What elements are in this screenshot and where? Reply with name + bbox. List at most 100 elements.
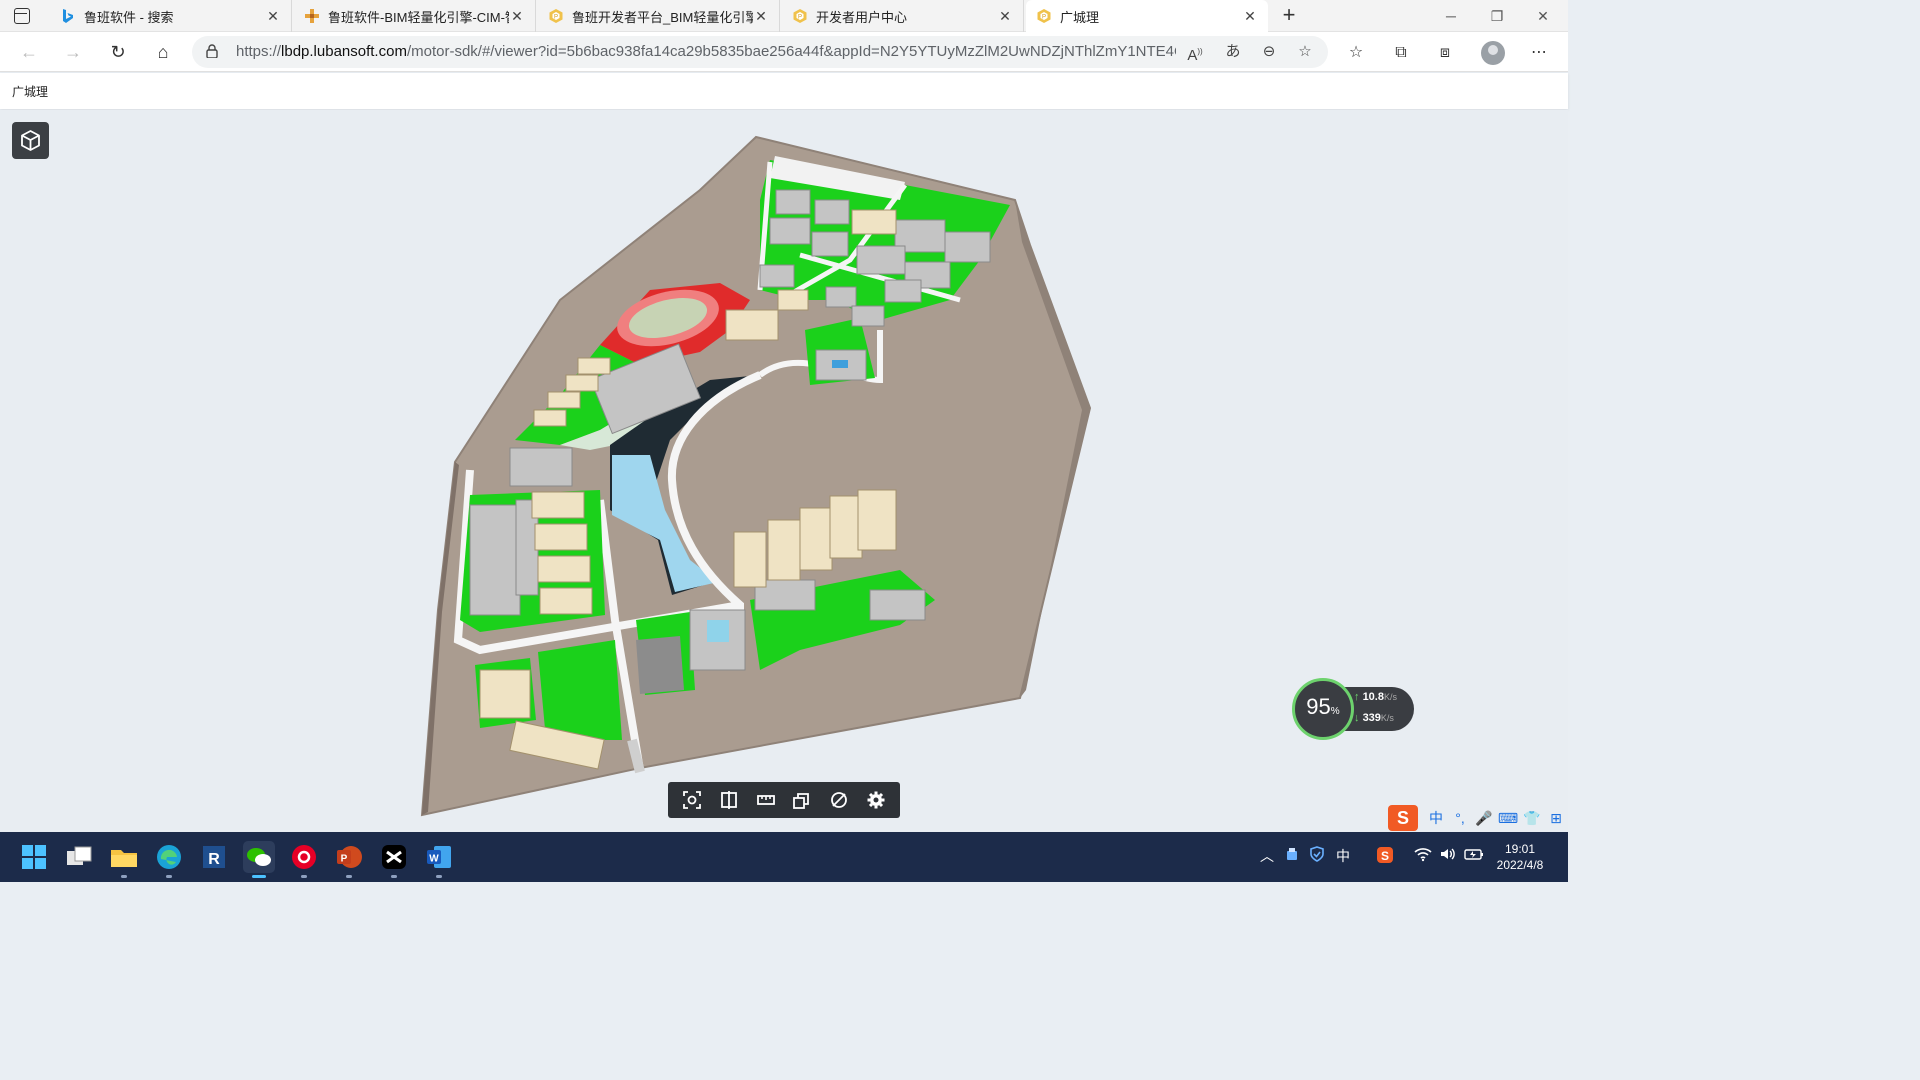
edge-icon bbox=[157, 845, 181, 869]
luban-icon bbox=[304, 8, 320, 24]
input-language[interactable]: 中 bbox=[1336, 846, 1350, 866]
favorites-icon[interactable]: ☆ bbox=[1344, 42, 1368, 64]
tab-luban-cim[interactable]: 鲁班软件-BIM轻量化引擎-CIM-智 ✕ bbox=[294, 0, 536, 32]
minimize-button[interactable]: ─ bbox=[1428, 0, 1474, 32]
tab-actions-icon[interactable] bbox=[14, 8, 30, 24]
building bbox=[733, 531, 767, 588]
show-hidden-icons-button[interactable]: ︿ bbox=[1260, 846, 1274, 866]
read-aloud-icon[interactable]: A)) bbox=[1182, 42, 1208, 64]
microphone-icon[interactable]: 🎤 bbox=[1472, 810, 1496, 827]
capcut-button[interactable] bbox=[378, 841, 410, 878]
security-shield-icon[interactable] bbox=[1309, 846, 1325, 865]
word-icon: W bbox=[427, 846, 451, 868]
building bbox=[769, 217, 811, 245]
tab-label: 广城理 bbox=[1060, 9, 1100, 25]
close-tab-icon[interactable]: ✕ bbox=[753, 8, 769, 25]
keyboard-icon[interactable]: ⌨ bbox=[1496, 810, 1520, 827]
collections-icon[interactable]: ⧉ bbox=[1389, 42, 1413, 64]
ime-toolbar[interactable]: S 中 °, 🎤 ⌨ 👕 ⊞ bbox=[1388, 804, 1568, 832]
close-window-button[interactable]: ✕ bbox=[1520, 0, 1566, 32]
view-cube-button[interactable] bbox=[12, 122, 49, 159]
tab-bing-search[interactable]: 鲁班软件 - 搜索 ✕ bbox=[50, 0, 292, 32]
powerpoint-button[interactable]: P bbox=[333, 841, 365, 878]
upload-arrow-icon: ↑ bbox=[1354, 691, 1360, 703]
sogou-tray-icon[interactable]: S bbox=[1376, 846, 1394, 867]
profile-avatar[interactable] bbox=[1481, 41, 1505, 65]
luban-dev-icon: P bbox=[792, 8, 808, 24]
settings-button[interactable] bbox=[863, 787, 889, 813]
browser-tab-bar: 鲁班软件 - 搜索 ✕ 鲁班软件-BIM轻量化引擎-CIM-智 ✕ P 鲁班开发… bbox=[0, 0, 1568, 32]
building bbox=[547, 391, 581, 409]
new-tab-button[interactable]: + bbox=[1276, 3, 1302, 29]
capcut-icon bbox=[382, 845, 406, 869]
building bbox=[857, 489, 897, 551]
bim-viewer[interactable]: 95% ↑ 10.8K/s ↓ 339K/s bbox=[0, 110, 1568, 832]
layers-icon bbox=[793, 793, 810, 809]
sogou-logo-icon[interactable]: S bbox=[1388, 805, 1418, 831]
settings-icon bbox=[867, 791, 885, 809]
system-clock[interactable]: 19:01 2022/4/8 bbox=[1490, 841, 1550, 873]
building bbox=[767, 519, 801, 581]
task-view-button[interactable] bbox=[63, 841, 95, 873]
building bbox=[509, 447, 573, 487]
luban-dev-icon: P bbox=[1036, 8, 1052, 24]
tab-luban-dev-platform[interactable]: P 鲁班开发者平台_BIM轻量化引擎 ✕ bbox=[538, 0, 780, 32]
translate-icon[interactable]: あ bbox=[1220, 42, 1246, 62]
svg-text:R: R bbox=[208, 851, 220, 868]
ime-menu-icon[interactable]: ⊞ bbox=[1544, 810, 1568, 827]
close-tab-icon[interactable]: ✕ bbox=[509, 8, 525, 25]
restore-button[interactable]: ❐ bbox=[1474, 0, 1520, 32]
focus-button[interactable] bbox=[679, 787, 705, 813]
download-rate: ↓ 339K/s bbox=[1354, 712, 1394, 724]
building bbox=[814, 199, 850, 225]
tab-dev-user-center[interactable]: P 开发者用户中心 ✕ bbox=[782, 0, 1024, 32]
wechat-button[interactable] bbox=[243, 841, 275, 878]
more-menu-icon[interactable]: ⋯ bbox=[1527, 42, 1551, 64]
pool bbox=[832, 360, 848, 368]
back-button[interactable]: ← bbox=[14, 38, 44, 66]
ime-mode[interactable]: 中 bbox=[1424, 808, 1448, 828]
network-speed-widget[interactable]: 95% ↑ 10.8K/s ↓ 339K/s bbox=[1292, 678, 1414, 740]
battery-icon[interactable] bbox=[1464, 846, 1484, 865]
start-button[interactable] bbox=[18, 841, 50, 873]
building bbox=[829, 495, 863, 559]
revit-button[interactable]: R bbox=[198, 841, 230, 873]
refresh-button[interactable]: ↻ bbox=[103, 38, 133, 66]
edge-button[interactable] bbox=[153, 841, 185, 878]
building bbox=[944, 231, 991, 263]
download-value: 339 bbox=[1362, 712, 1381, 724]
url-text[interactable]: https://lbdp.lubansoft.com/motor-sdk/#/v… bbox=[236, 36, 1176, 68]
section-button[interactable] bbox=[716, 787, 742, 813]
measure-button[interactable] bbox=[753, 787, 779, 813]
volume-icon[interactable] bbox=[1439, 846, 1457, 865]
forward-button[interactable]: → bbox=[58, 38, 88, 66]
layers-button[interactable] bbox=[789, 787, 815, 813]
usb-device-icon[interactable] bbox=[1284, 846, 1300, 865]
building bbox=[884, 279, 922, 303]
close-tab-icon[interactable]: ✕ bbox=[1242, 8, 1258, 25]
ime-punctuation[interactable]: °, bbox=[1448, 810, 1472, 826]
close-tab-icon[interactable]: ✕ bbox=[265, 8, 281, 25]
lock-icon[interactable] bbox=[206, 44, 218, 58]
wifi-icon[interactable] bbox=[1414, 846, 1432, 865]
address-bar[interactable]: https://lbdp.lubansoft.com/motor-sdk/#/v… bbox=[192, 36, 1328, 68]
extensions-icon[interactable]: ⧈ bbox=[1433, 42, 1457, 64]
add-favorite-icon[interactable]: ☆ bbox=[1292, 42, 1318, 62]
skin-icon[interactable]: 👕 bbox=[1520, 810, 1544, 827]
tab-label: 鲁班软件-BIM轻量化引擎-CIM-智 bbox=[328, 9, 509, 25]
building bbox=[775, 189, 811, 215]
tab-guangchengli[interactable]: P 广城理 ✕ bbox=[1026, 0, 1268, 32]
netease-music-icon bbox=[292, 845, 316, 869]
running-indicator bbox=[346, 875, 352, 878]
tab-label: 鲁班软件 - 搜索 bbox=[84, 9, 174, 25]
svg-text:P: P bbox=[554, 15, 558, 21]
building bbox=[725, 309, 779, 341]
close-tab-icon[interactable]: ✕ bbox=[997, 8, 1013, 25]
running-indicator bbox=[436, 875, 442, 878]
zoom-icon[interactable]: ⊖ bbox=[1256, 42, 1282, 62]
netease-music-button[interactable] bbox=[288, 841, 320, 878]
word-button[interactable]: W bbox=[423, 841, 455, 878]
roam-button[interactable] bbox=[826, 787, 852, 813]
file-explorer-button[interactable] bbox=[108, 841, 140, 878]
home-button[interactable]: ⌂ bbox=[148, 38, 178, 66]
